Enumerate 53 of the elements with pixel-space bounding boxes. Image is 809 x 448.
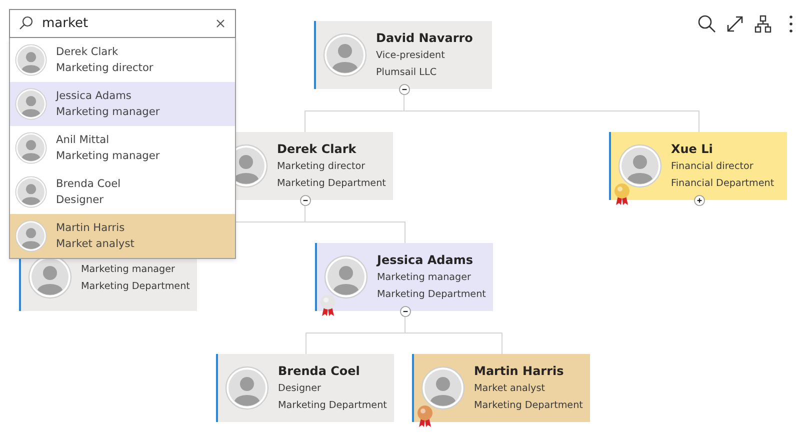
employee-card[interactable]: Brenda Coel Designer Marketing Department (216, 354, 394, 422)
result-item[interactable]: Anil Mittal Marketing manager (10, 126, 235, 170)
job-title: Marketing manager (81, 263, 176, 277)
person-name: Jessica Adams (56, 88, 132, 104)
person-name: Anil Mittal (56, 132, 110, 148)
avatar (618, 144, 662, 188)
department-name: Marketing Department (474, 399, 583, 413)
job-title: Designer (278, 382, 322, 396)
person-name: Martin Harris (474, 363, 565, 379)
person-name: Derek Clark (277, 141, 358, 157)
clear-icon[interactable] (216, 19, 225, 28)
avatar (323, 33, 367, 77)
person-name: Brenda Coel (278, 363, 361, 379)
person-name: Martin Harris (56, 220, 126, 236)
job-title: Designer (56, 192, 104, 208)
hierarchy-icon[interactable] (753, 13, 773, 35)
employee-card[interactable]: David Navarro Vice-president Plumsail LLC (314, 21, 492, 89)
person-name: Xue Li (671, 141, 714, 157)
search-field[interactable]: market (9, 9, 236, 38)
person-name: Brenda Coel (56, 176, 121, 192)
result-item[interactable]: Brenda Coel Designer (10, 170, 235, 214)
department-name: Marketing Department (278, 399, 387, 413)
person-name: Derek Clark (56, 44, 120, 60)
job-title: Financial director (671, 160, 754, 174)
avatar (15, 88, 47, 120)
avatar (421, 366, 465, 410)
avatar (15, 132, 47, 164)
avatar (15, 220, 47, 252)
department-name: Financial Department (671, 177, 774, 191)
employee-card[interactable]: Xue Li Financial director Financial Department (609, 132, 787, 200)
job-title: Vice-president (376, 49, 446, 63)
person-name: David Navarro (376, 30, 473, 46)
avatar (15, 44, 47, 76)
result-item[interactable]: Derek Clark Marketing director (10, 38, 235, 82)
department-name: Marketing Department (377, 288, 486, 302)
result-item[interactable]: Martin Harris Market analyst (10, 214, 235, 258)
employee-card[interactable]: Martin Harris Market analyst Marketing Department (412, 354, 590, 422)
department-name: Marketing Department (81, 280, 190, 294)
employee-card[interactable]: Jessica Adams Marketing manager Marketing Department (315, 243, 493, 311)
job-title: Marketing manager (377, 271, 472, 285)
job-title: Marketing manager (56, 148, 160, 164)
job-title: Market analyst (474, 382, 546, 396)
avatar (15, 176, 47, 208)
job-title: Marketing director (277, 160, 366, 174)
department-name: Plumsail LLC (376, 66, 438, 80)
avatar (225, 366, 269, 410)
person-name: Jessica Adams (377, 252, 474, 268)
result-item[interactable]: Jessica Adams Marketing manager (10, 82, 235, 126)
job-title: Marketing director (56, 60, 154, 76)
department-name: Marketing Department (277, 177, 386, 191)
search-icon[interactable] (697, 13, 717, 35)
job-title: Marketing manager (56, 104, 160, 120)
avatar (324, 255, 368, 299)
